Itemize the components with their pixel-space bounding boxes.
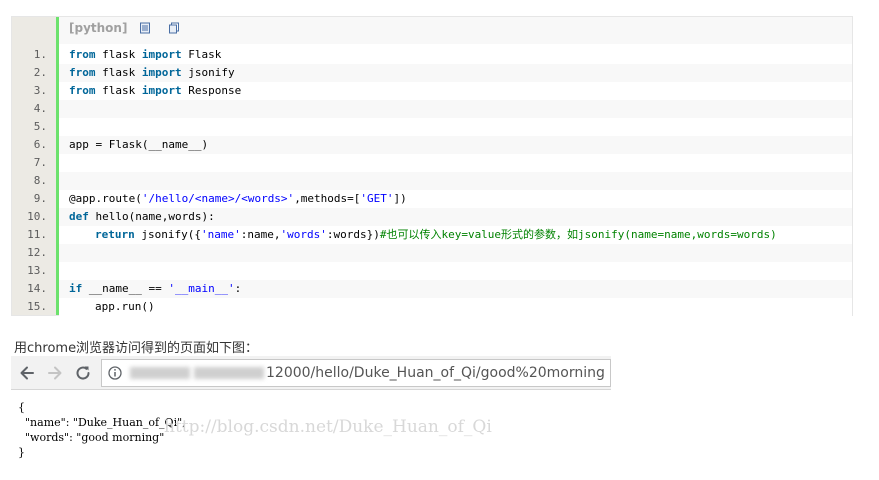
code-token: jsonify({: [134, 228, 201, 241]
code-token: '__main__': [168, 282, 235, 295]
forward-arrow-icon[interactable]: [45, 363, 65, 383]
line-number: 7.: [33, 156, 47, 169]
code-line: 10. def hello(name,words):: [12, 208, 852, 226]
code-line: 8.: [12, 172, 852, 190]
code-token: :words}): [326, 228, 380, 241]
code-token: app.run(): [95, 300, 155, 313]
address-bar[interactable]: 12000/hello/Duke_Huan_of_Qi/good%20morni…: [101, 359, 611, 387]
code-text: [59, 100, 852, 118]
code-text: app = Flask(__name__): [59, 136, 852, 154]
code-line: 2. from flask import jsonify: [12, 64, 852, 82]
code-token: import: [141, 66, 182, 79]
code-token: 'words': [280, 228, 327, 241]
json-response: { "name": "Duke_Huan_of_Qi", "words": "g…: [18, 400, 186, 460]
code-token: ]): [393, 192, 407, 205]
code-line: 12.: [12, 244, 852, 262]
code-text: return jsonify({'name':name,'words':word…: [59, 226, 852, 244]
code-token: :name,: [240, 228, 281, 241]
caption-text: 用chrome浏览器访问得到的页面如下图：: [14, 341, 259, 356]
code-line: 4.: [12, 100, 852, 118]
code-token: :: [234, 282, 242, 295]
code-text: if __name__ == '__main__':: [59, 280, 852, 298]
code-token: from: [69, 48, 96, 61]
code-block: [python] 1. from flask import Flask 2. from…: [11, 16, 853, 316]
line-number: 14.: [27, 282, 47, 295]
code-line: 11. return jsonify({'name':name,'words':w…: [12, 226, 852, 244]
code-token: flask: [95, 66, 142, 79]
back-arrow-icon[interactable]: [17, 363, 37, 383]
code-text: [59, 118, 852, 136]
code-token: Response: [181, 84, 242, 97]
code-token: hello(name,words):: [88, 210, 215, 223]
json-line: "words": "good morning": [18, 431, 165, 444]
code-line: 7.: [12, 154, 852, 172]
code-text: def hello(name,words):: [59, 208, 852, 226]
line-number: 8.: [33, 174, 47, 187]
language-label: [python]: [69, 21, 128, 35]
line-number: 15.: [27, 300, 47, 313]
line-number: 10.: [27, 210, 47, 223]
code-text: @app.route('/hello/<name>/<words>',metho…: [59, 190, 852, 208]
reload-icon[interactable]: [73, 363, 93, 383]
code-text: [59, 172, 852, 190]
code-token: ,methods=[: [294, 192, 361, 205]
code-text: from flask import Response: [59, 82, 852, 100]
watermark: http://blog.csdn.net/Duke_Huan_of_Qi: [164, 417, 492, 437]
line-number: 9.: [33, 192, 47, 205]
copy-icon[interactable]: [168, 22, 180, 34]
code-text: app.run(): [59, 298, 852, 316]
line-number: 13.: [27, 264, 47, 277]
code-token: import: [141, 48, 182, 61]
code-text: [59, 154, 852, 172]
code-token: '/hello/<name>/<words>': [141, 192, 295, 205]
line-number: 5.: [33, 120, 47, 133]
info-icon[interactable]: [108, 366, 122, 380]
line-number: 2.: [33, 66, 47, 79]
browser-toolbar: 12000/hello/Duke_Huan_of_Qi/good%20morni…: [11, 356, 611, 390]
line-number: 1.: [33, 48, 47, 61]
code-text: [59, 262, 852, 280]
code-token: #也可以传入key=value形式的参数，如jsonify(name=name,…: [379, 228, 777, 241]
code-line: 3. from flask import Response: [12, 82, 852, 100]
code-token: import: [141, 84, 182, 97]
code-token: def: [69, 210, 89, 223]
code-text: [59, 244, 852, 262]
code-token: flask: [95, 84, 142, 97]
redacted-host: [194, 367, 264, 379]
json-line: }: [18, 446, 25, 459]
redacted-host: [130, 367, 190, 379]
code-lines: 1. from flask import Flask 2. from flask im…: [12, 46, 852, 316]
line-number: 6.: [33, 138, 47, 151]
code-text: from flask import jsonify: [59, 64, 852, 82]
line-number: 3.: [33, 84, 47, 97]
code-token: from: [69, 66, 96, 79]
json-line: "name": "Duke_Huan_of_Qi",: [18, 416, 186, 429]
url-text[interactable]: 12000/hello/Duke_Huan_of_Qi/good%20morni…: [266, 365, 605, 381]
code-token: app = Flask(__name__): [69, 138, 209, 151]
code-token: if: [69, 282, 83, 295]
code-token: return: [95, 228, 135, 241]
code-line: 6. app = Flask(__name__): [12, 136, 852, 154]
code-token: __name__ ==: [82, 282, 169, 295]
line-number: 4.: [33, 102, 47, 115]
code-token: 'name': [200, 228, 241, 241]
view-source-icon[interactable]: [139, 22, 151, 34]
code-token: from: [69, 84, 96, 97]
code-line: 1. from flask import Flask: [12, 46, 852, 64]
code-token: Flask: [181, 48, 222, 61]
code-text: from flask import Flask: [59, 46, 852, 64]
code-token: jsonify: [181, 66, 235, 79]
code-line: 13.: [12, 262, 852, 280]
line-number: 11.: [27, 228, 47, 241]
code-line: 9. @app.route('/hello/<name>/<words>',met…: [12, 190, 852, 208]
code-token: @app.route(: [69, 192, 142, 205]
code-line: 5.: [12, 118, 852, 136]
code-token: 'GET': [360, 192, 394, 205]
line-number: 12.: [27, 246, 47, 259]
code-line: 15. app.run(): [12, 298, 852, 316]
code-toolbar: [python]: [59, 17, 852, 44]
code-token: flask: [95, 48, 142, 61]
code-line: 14. if __name__ == '__main__':: [12, 280, 852, 298]
json-line: {: [18, 401, 25, 414]
